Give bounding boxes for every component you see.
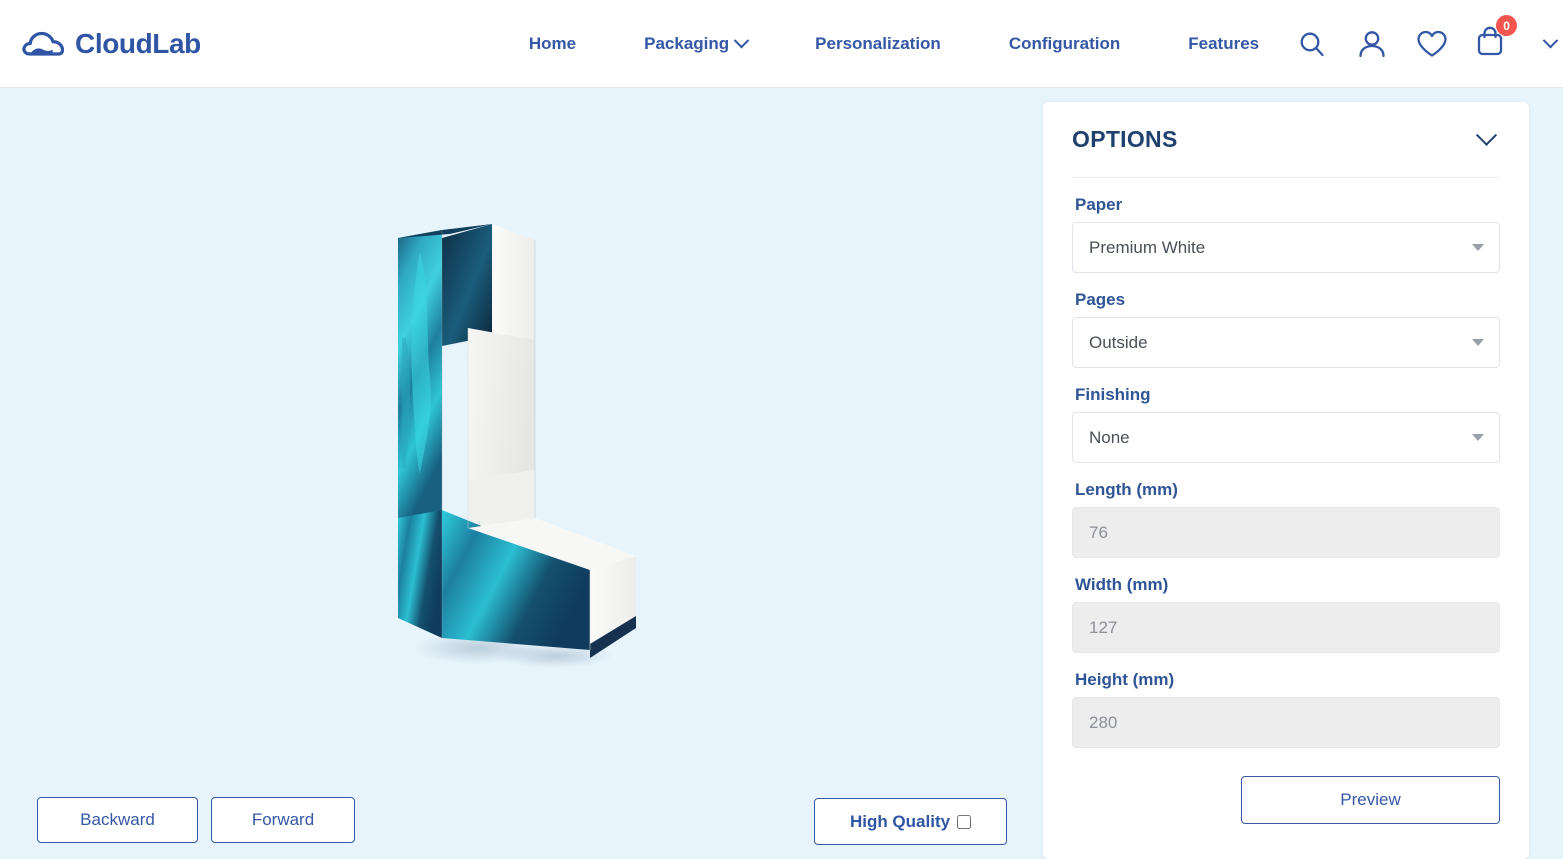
height-label: Height (mm) [1075, 670, 1175, 689]
high-quality-toggle[interactable]: High Quality [814, 798, 1007, 845]
finishing-select[interactable]: None [1072, 412, 1500, 463]
nav-label-personalization: Personalization [815, 34, 941, 53]
paper-label: Paper [1075, 195, 1123, 214]
chevron-down-icon [733, 32, 750, 49]
paper-select[interactable]: Premium White [1072, 222, 1500, 273]
search-icon[interactable] [1293, 25, 1331, 63]
cart-count-badge: 0 [1496, 15, 1518, 36]
options-panel-header[interactable]: OPTIONS [1072, 102, 1500, 178]
configurator-stage: Backward Forward High Quality OPTIONS Pa… [0, 88, 1563, 859]
nav-item-features[interactable]: Features [1154, 35, 1293, 52]
paper-select-wrap: Premium White [1072, 222, 1500, 273]
length-label: Length (mm) [1075, 480, 1178, 499]
cart-dropdown-chevron-down-icon[interactable] [1542, 32, 1559, 49]
pages-label: Pages [1075, 290, 1126, 309]
main-nav: Home Packaging Personalization Configura… [519, 32, 1293, 53]
brand-logo-link[interactable]: CloudLab [22, 27, 201, 61]
nav-label-features: Features [1188, 34, 1260, 53]
width-label: Width (mm) [1075, 575, 1169, 594]
brand-name: CloudLab [75, 27, 201, 59]
product-3d-viewer[interactable]: Backward Forward High Quality [0, 88, 1043, 855]
cart-button[interactable]: 0 [1473, 15, 1518, 63]
options-title: OPTIONS [1072, 126, 1178, 152]
heart-icon[interactable] [1413, 25, 1451, 63]
high-quality-label: High Quality [849, 811, 951, 831]
nav-label-home: Home [528, 34, 577, 53]
preview-button[interactable]: Preview [1241, 776, 1500, 824]
nav-item-configuration[interactable]: Configuration [975, 35, 1154, 52]
collapse-chevron-down-icon[interactable] [1475, 124, 1498, 146]
nav-item-home[interactable]: Home [519, 35, 610, 52]
header-icon-group: 0 [1293, 15, 1559, 63]
length-input[interactable]: 76 [1072, 507, 1500, 558]
finishing-label: Finishing [1075, 385, 1151, 404]
cloud-icon [22, 27, 66, 61]
nav-item-personalization[interactable]: Personalization [781, 35, 975, 52]
pages-select[interactable]: Outside [1072, 317, 1500, 368]
high-quality-checkbox[interactable] [957, 814, 972, 829]
nav-label-packaging: Packaging [644, 34, 730, 53]
nav-item-packaging[interactable]: Packaging [610, 32, 781, 53]
finishing-select-wrap: None [1072, 412, 1500, 463]
pages-select-wrap: Outside [1072, 317, 1500, 368]
forward-button[interactable]: Forward [211, 797, 355, 843]
unfolded-carton-3d-model[interactable] [390, 218, 660, 678]
preview-row: Preview [1072, 776, 1500, 824]
width-input[interactable]: 127 [1072, 602, 1500, 653]
nav-label-configuration: Configuration [1008, 34, 1121, 53]
height-input[interactable]: 280 [1072, 697, 1500, 748]
user-icon[interactable] [1353, 25, 1391, 63]
site-header: CloudLab Home Packaging Personalization … [0, 0, 1563, 88]
options-panel: OPTIONS Paper Premium White Pages Outsid… [1043, 102, 1529, 859]
backward-button[interactable]: Backward [37, 797, 198, 843]
